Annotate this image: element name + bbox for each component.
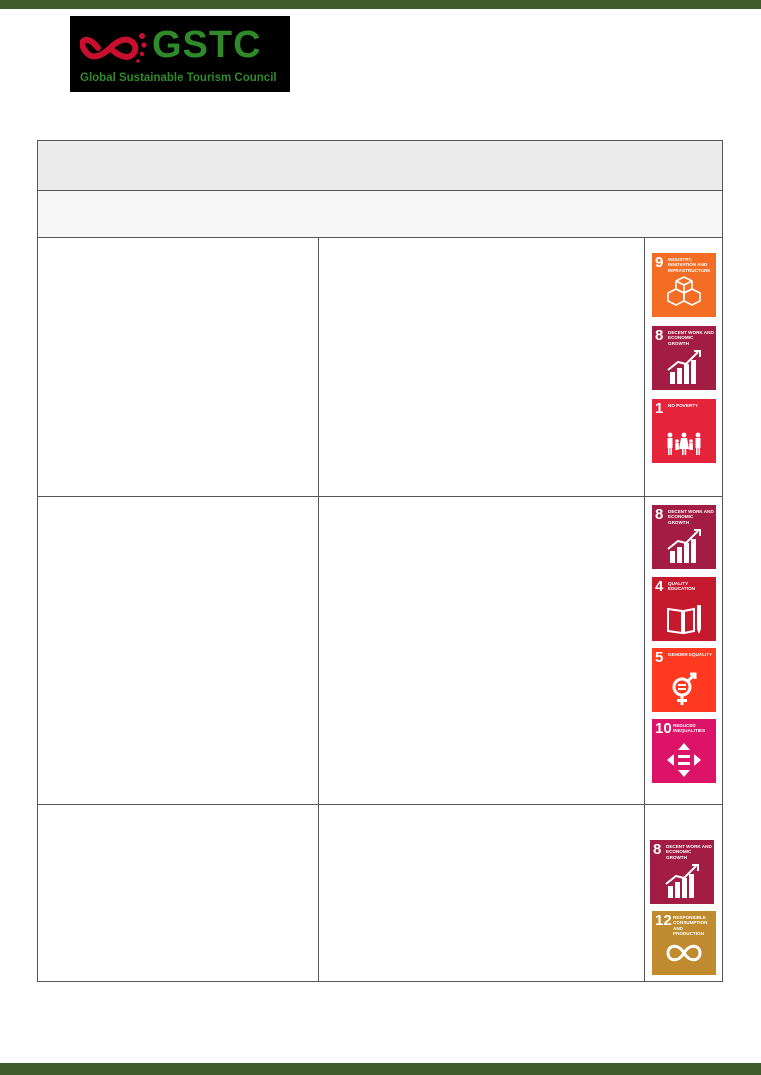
table-subheader-row: [38, 191, 722, 238]
book-pencil-icon: [667, 605, 701, 635]
sdg-tile: 9 Industry, innovation and infrastructur…: [652, 253, 716, 317]
sdg-number: 1: [655, 400, 664, 417]
sdg-number: 8: [655, 506, 664, 523]
sdg-title: Industry, innovation and infrastructure: [668, 257, 711, 273]
infinity-logo-icon: [80, 33, 147, 63]
table-row-3: 8 Decent work and economic growth 12 Res…: [38, 805, 722, 981]
criteria-table: 9 Industry, innovation and infrastructur…: [37, 140, 723, 982]
sdg-number: 10: [655, 720, 672, 737]
family-icon: [667, 432, 701, 455]
sdg-number: 5: [655, 649, 664, 666]
sdg-number: 12: [655, 912, 672, 929]
growth-chart-icon: [667, 529, 701, 563]
sdg-title: Decent work and economic growth: [668, 509, 714, 525]
sdg-title: Decent work and economic growth: [668, 330, 714, 346]
sdg-number: 9: [655, 254, 664, 271]
sdg-tile: 8 Decent work and economic growth: [652, 505, 716, 569]
gstc-logo: GSTC Global Sustainable Tourism Council: [70, 16, 290, 92]
sdg-tile: 8 Decent work and economic growth: [650, 840, 714, 904]
top-band: [0, 0, 761, 9]
sdg-title: Quality education: [668, 581, 695, 592]
infinity-loop-icon: [666, 944, 702, 962]
logo-subtitle: Global Sustainable Tourism Council: [80, 72, 277, 84]
sdg-title: No poverty: [668, 403, 699, 408]
sdg-tile: 8 Decent work and economic growth: [652, 326, 716, 390]
growth-chart-icon: [667, 350, 701, 384]
sdg-title: Gender equality: [668, 652, 713, 657]
table-row-1: 9 Industry, innovation and infrastructur…: [38, 238, 722, 497]
sdg-tile: 12 Responsible consumption and productio…: [652, 911, 716, 975]
sdg-title: Reduced inequalities: [673, 723, 706, 734]
logo-wordmark: GSTC: [152, 24, 262, 66]
sdg-number: 4: [655, 578, 664, 595]
sdg-tile: 5 Gender equality: [652, 648, 716, 712]
sdg-tile: 4 Quality education: [652, 577, 716, 641]
growth-chart-icon: [665, 864, 699, 898]
bottom-band: [0, 1063, 761, 1075]
sdg-number: 8: [653, 841, 662, 858]
sdg-title: Decent work and economic growth: [666, 844, 712, 860]
table-row-2: 8 Decent work and economic growth 4 Qual…: [38, 497, 722, 805]
sdg-tile: 10 Reduced inequalities: [652, 719, 716, 783]
sdg-tile: 1 No poverty: [652, 399, 716, 463]
cubes-icon: [667, 276, 701, 306]
equal-arrows-icon: [667, 743, 701, 777]
sdg-number: 8: [655, 327, 664, 344]
gender-equality-icon: [672, 672, 697, 705]
table-header-row: [38, 141, 722, 191]
